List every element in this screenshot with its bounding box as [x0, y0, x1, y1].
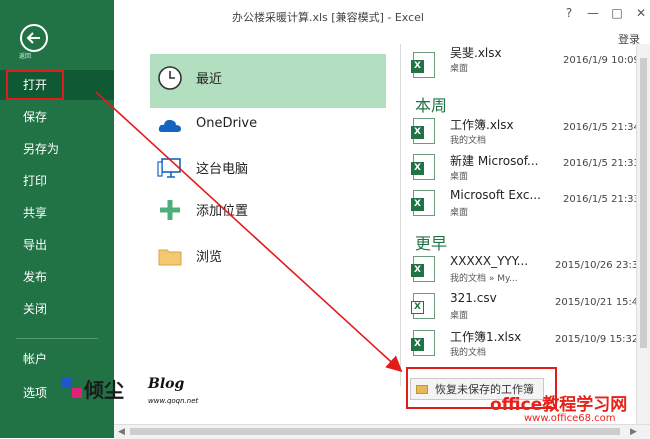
- logo-url: www.qoqn.net: [148, 397, 199, 405]
- logo-text: 倾尘: [84, 378, 124, 402]
- watermark-logo: 倾尘 Blog www.qoqn.net: [62, 372, 202, 416]
- logo-square: [62, 378, 72, 388]
- logo-square: [72, 388, 82, 398]
- watermark-url: www.office68.com: [524, 413, 616, 424]
- logo-blog: Blog: [148, 376, 185, 392]
- watermark-site: office教程学习网: [490, 395, 628, 415]
